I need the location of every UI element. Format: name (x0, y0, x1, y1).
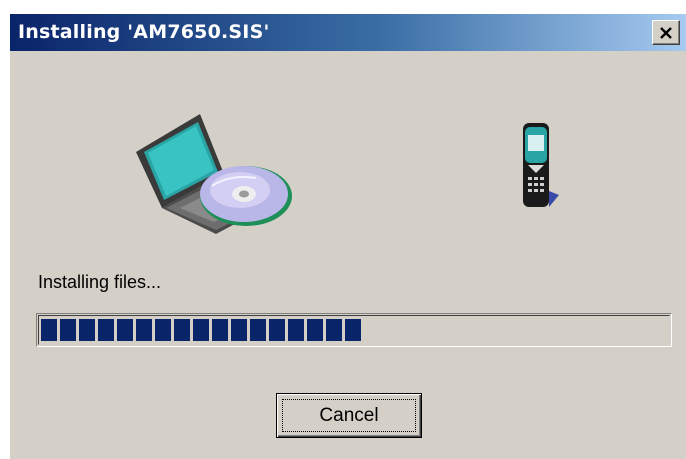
progress-block (326, 319, 342, 341)
progress-fill (41, 319, 361, 341)
progress-block (174, 319, 190, 341)
progress-block (136, 319, 152, 341)
progress-block (231, 319, 247, 341)
close-button[interactable] (652, 20, 680, 45)
progress-block (60, 319, 76, 341)
cancel-button-label: Cancel (319, 404, 379, 426)
progress-bar (36, 313, 672, 347)
progress-block (193, 319, 209, 341)
window-title: Installing 'AM7650.SIS' (18, 21, 270, 43)
progress-block (307, 319, 323, 341)
progress-block (288, 319, 304, 341)
progress-block (269, 319, 285, 341)
progress-block (155, 319, 171, 341)
mobile-phone-icon (515, 121, 565, 216)
close-icon (659, 26, 673, 39)
laptop-with-cd-icon (130, 104, 300, 239)
install-dialog: Installing 'AM7650.SIS' Installing files… (10, 14, 686, 459)
cancel-button[interactable]: Cancel (276, 393, 422, 438)
progress-block (117, 319, 133, 341)
progress-block (41, 319, 57, 341)
progress-block (345, 319, 361, 341)
status-label: Installing files... (38, 272, 162, 292)
progress-track (38, 315, 670, 345)
progress-block (79, 319, 95, 341)
progress-block (98, 319, 114, 341)
progress-block (250, 319, 266, 341)
title-bar[interactable]: Installing 'AM7650.SIS' (10, 14, 686, 51)
progress-block (212, 319, 228, 341)
